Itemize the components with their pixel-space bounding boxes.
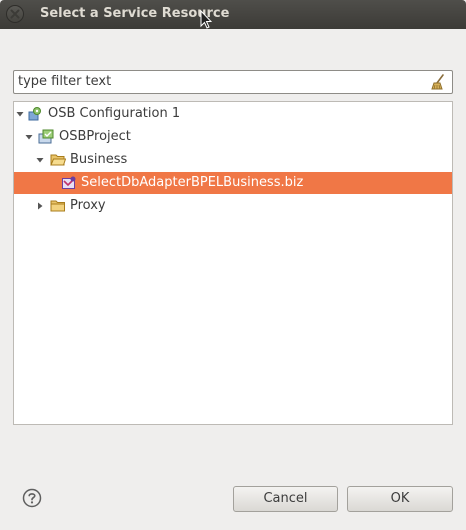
tree-item-label: SelectDbAdapterBPELBusiness.biz — [81, 175, 304, 190]
cancel-button[interactable]: Cancel — [233, 486, 338, 512]
folder-icon — [50, 200, 65, 212]
tree-item-osb-configuration[interactable]: OSB Configuration 1 — [14, 103, 452, 125]
osb-configuration-icon — [28, 107, 41, 121]
filter-text: type filter text — [18, 74, 112, 89]
expanded-arrow-icon[interactable] — [16, 110, 24, 118]
dialog-window: Select a Service Resource type filter te… — [0, 0, 466, 530]
close-button[interactable] — [6, 5, 24, 23]
tree-item-label: OSBProject — [59, 129, 131, 144]
title-bar[interactable]: Select a Service Resource — [0, 0, 466, 29]
tree-item-selectdbadapter-biz[interactable]: SelectDbAdapterBPELBusiness.biz — [14, 172, 452, 194]
business-service-icon — [62, 176, 76, 189]
folder-open-icon — [50, 154, 66, 166]
tree-item-label: Business — [70, 152, 128, 167]
tree-item-osbproject[interactable]: OSBProject — [14, 126, 452, 148]
tree-item-business[interactable]: Business — [14, 149, 452, 171]
filter-input[interactable]: type filter text — [13, 70, 453, 94]
tree-item-label: OSB Configuration 1 — [48, 106, 181, 121]
collapsed-arrow-icon[interactable] — [36, 202, 44, 210]
ok-button[interactable]: OK — [347, 486, 453, 512]
clear-filter-icon[interactable] — [430, 73, 448, 91]
close-icon — [10, 9, 20, 19]
tree-item-proxy[interactable]: Proxy — [14, 195, 452, 217]
expanded-arrow-icon[interactable] — [36, 156, 44, 164]
resource-tree[interactable]: OSB Configuration 1 OSBProject Business — [13, 101, 453, 425]
help-icon[interactable] — [22, 488, 42, 508]
tree-item-label: Proxy — [70, 198, 106, 213]
mouse-cursor-icon — [200, 10, 212, 29]
project-icon — [38, 129, 54, 144]
expanded-arrow-icon[interactable] — [25, 133, 33, 141]
